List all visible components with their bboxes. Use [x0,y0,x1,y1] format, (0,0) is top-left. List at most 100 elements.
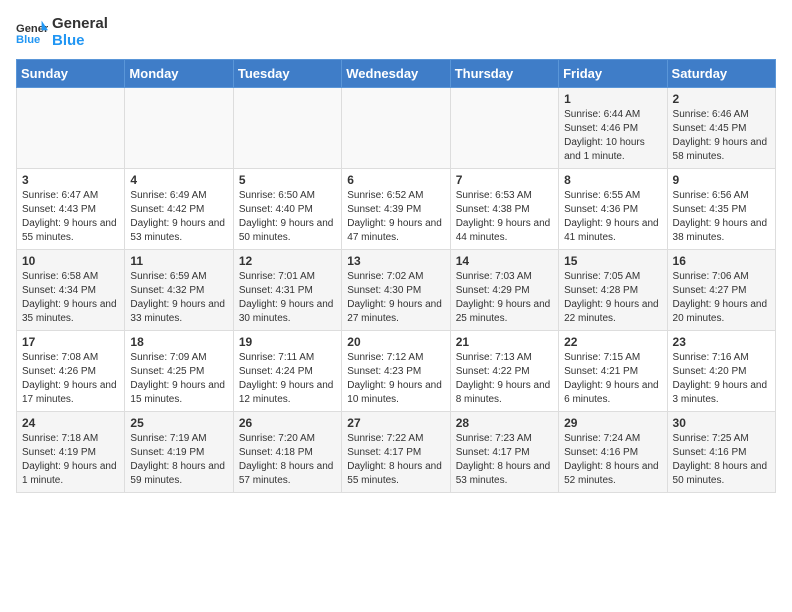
day-number: 26 [239,416,336,430]
calendar-cell: 2 Sunrise: 6:46 AM Sunset: 4:45 PM Daylig… [667,88,775,169]
calendar-cell: 4 Sunrise: 6:49 AM Sunset: 4:42 PM Daylig… [125,169,233,250]
day-info: Sunrise: 7:24 AM Sunset: 4:16 PM Dayligh… [564,432,661,488]
day-info: Sunrise: 6:50 AM Sunset: 4:40 PM Dayligh… [239,189,336,245]
calendar-cell: 21 Sunrise: 7:13 AM Sunset: 4:22 PM Dayli… [450,331,558,412]
day-info: Sunrise: 7:19 AM Sunset: 4:19 PM Dayligh… [130,432,227,488]
calendar-cell: 28 Sunrise: 7:23 AM Sunset: 4:17 PM Dayli… [450,412,558,493]
day-number: 14 [456,254,553,268]
weekday-header-sunday: Sunday [17,60,125,88]
calendar-cell: 23Sunrise: 7:16 AM Sunset: 4:20 PM Dayli… [667,331,775,412]
week-row-1: 1 Sunrise: 6:44 AM Sunset: 4:46 PM Daylig… [17,88,776,169]
calendar-cell: 8Sunrise: 6:55 AM Sunset: 4:36 PM Daylig… [559,169,667,250]
day-number: 19 [239,335,336,349]
day-number: 8 [564,173,661,187]
calendar-cell: 27 Sunrise: 7:22 AM Sunset: 4:17 PM Dayli… [342,412,450,493]
day-number: 7 [456,173,553,187]
calendar-cell: 7 Sunrise: 6:53 AM Sunset: 4:38 PM Daylig… [450,169,558,250]
calendar-cell: 20 Sunrise: 7:12 AM Sunset: 4:23 PM Dayli… [342,331,450,412]
weekday-header-friday: Friday [559,60,667,88]
calendar-cell: 25 Sunrise: 7:19 AM Sunset: 4:19 PM Dayli… [125,412,233,493]
calendar-cell: 29 Sunrise: 7:24 AM Sunset: 4:16 PM Dayli… [559,412,667,493]
day-number: 11 [130,254,227,268]
week-row-5: 24 Sunrise: 7:18 AM Sunset: 4:19 PM Dayli… [17,412,776,493]
day-number: 16 [673,254,770,268]
calendar-cell: 6 Sunrise: 6:52 AM Sunset: 4:39 PM Daylig… [342,169,450,250]
day-info: Sunrise: 6:47 AM Sunset: 4:43 PM Dayligh… [22,189,119,245]
calendar-cell: 17 Sunrise: 7:08 AM Sunset: 4:26 PM Dayli… [17,331,125,412]
day-info: Sunrise: 7:02 AM Sunset: 4:30 PM Dayligh… [347,270,444,326]
day-number: 4 [130,173,227,187]
calendar-cell: 12Sunrise: 7:01 AM Sunset: 4:31 PM Dayli… [233,250,341,331]
day-number: 10 [22,254,119,268]
week-row-4: 17 Sunrise: 7:08 AM Sunset: 4:26 PM Dayli… [17,331,776,412]
day-info: Sunrise: 7:11 AM Sunset: 4:24 PM Dayligh… [239,351,336,407]
calendar-cell: 30 Sunrise: 7:25 AM Sunset: 4:16 PM Dayli… [667,412,775,493]
day-number: 21 [456,335,553,349]
day-info: Sunrise: 7:22 AM Sunset: 4:17 PM Dayligh… [347,432,444,488]
day-info: Sunrise: 6:49 AM Sunset: 4:42 PM Dayligh… [130,189,227,245]
calendar-cell [125,88,233,169]
day-number: 15 [564,254,661,268]
weekday-header-tuesday: Tuesday [233,60,341,88]
calendar-cell [233,88,341,169]
day-info: Sunrise: 7:01 AM Sunset: 4:31 PM Dayligh… [239,270,336,326]
calendar-cell: 11Sunrise: 6:59 AM Sunset: 4:32 PM Dayli… [125,250,233,331]
weekday-header-row: SundayMondayTuesdayWednesdayThursdayFrid… [17,60,776,88]
calendar-cell: 19 Sunrise: 7:11 AM Sunset: 4:24 PM Dayli… [233,331,341,412]
day-info: Sunrise: 7:20 AM Sunset: 4:18 PM Dayligh… [239,432,336,488]
calendar-cell: 16 Sunrise: 7:06 AM Sunset: 4:27 PM Dayli… [667,250,775,331]
day-number: 6 [347,173,444,187]
calendar-cell: 26 Sunrise: 7:20 AM Sunset: 4:18 PM Dayli… [233,412,341,493]
day-info: Sunrise: 7:08 AM Sunset: 4:26 PM Dayligh… [22,351,119,407]
week-row-3: 10 Sunrise: 6:58 AM Sunset: 4:34 PM Dayli… [17,250,776,331]
day-info: Sunrise: 7:05 AM Sunset: 4:28 PM Dayligh… [564,270,661,326]
day-info: Sunrise: 6:46 AM Sunset: 4:45 PM Dayligh… [673,108,770,164]
day-info: Sunrise: 7:06 AM Sunset: 4:27 PM Dayligh… [673,270,770,326]
day-number: 5 [239,173,336,187]
day-info: Sunrise: 7:18 AM Sunset: 4:19 PM Dayligh… [22,432,119,488]
weekday-header-saturday: Saturday [667,60,775,88]
day-number: 13 [347,254,444,268]
day-number: 20 [347,335,444,349]
day-info: Sunrise: 7:09 AM Sunset: 4:25 PM Dayligh… [130,351,227,407]
header: General Blue General Blue [16,16,776,49]
day-info: Sunrise: 7:13 AM Sunset: 4:22 PM Dayligh… [456,351,553,407]
day-number: 17 [22,335,119,349]
day-number: 29 [564,416,661,430]
day-info: Sunrise: 6:58 AM Sunset: 4:34 PM Dayligh… [22,270,119,326]
logo-blue: Blue [52,33,108,50]
logo-general: General [52,16,108,33]
calendar-cell: 3 Sunrise: 6:47 AM Sunset: 4:43 PM Daylig… [17,169,125,250]
calendar-cell [17,88,125,169]
day-number: 18 [130,335,227,349]
day-info: Sunrise: 7:12 AM Sunset: 4:23 PM Dayligh… [347,351,444,407]
day-number: 2 [673,92,770,106]
week-row-2: 3 Sunrise: 6:47 AM Sunset: 4:43 PM Daylig… [17,169,776,250]
logo-icon: General Blue [16,19,48,47]
day-number: 23 [673,335,770,349]
day-number: 30 [673,416,770,430]
calendar-cell: 13 Sunrise: 7:02 AM Sunset: 4:30 PM Dayli… [342,250,450,331]
day-number: 28 [456,416,553,430]
day-info: Sunrise: 7:23 AM Sunset: 4:17 PM Dayligh… [456,432,553,488]
day-info: Sunrise: 7:25 AM Sunset: 4:16 PM Dayligh… [673,432,770,488]
calendar-cell: 1 Sunrise: 6:44 AM Sunset: 4:46 PM Daylig… [559,88,667,169]
calendar-cell: 18 Sunrise: 7:09 AM Sunset: 4:25 PM Dayli… [125,331,233,412]
day-info: Sunrise: 6:52 AM Sunset: 4:39 PM Dayligh… [347,189,444,245]
day-number: 27 [347,416,444,430]
day-number: 25 [130,416,227,430]
calendar-cell: 14Sunrise: 7:03 AM Sunset: 4:29 PM Dayli… [450,250,558,331]
day-number: 24 [22,416,119,430]
day-info: Sunrise: 7:15 AM Sunset: 4:21 PM Dayligh… [564,351,661,407]
day-number: 1 [564,92,661,106]
day-info: Sunrise: 6:53 AM Sunset: 4:38 PM Dayligh… [456,189,553,245]
calendar-cell: 15 Sunrise: 7:05 AM Sunset: 4:28 PM Dayli… [559,250,667,331]
svg-text:Blue: Blue [16,34,40,46]
calendar-cell [450,88,558,169]
calendar-table: SundayMondayTuesdayWednesdayThursdayFrid… [16,59,776,493]
day-number: 3 [22,173,119,187]
calendar-cell: 24 Sunrise: 7:18 AM Sunset: 4:19 PM Dayli… [17,412,125,493]
day-info: Sunrise: 6:44 AM Sunset: 4:46 PM Dayligh… [564,108,661,164]
calendar-cell: 5 Sunrise: 6:50 AM Sunset: 4:40 PM Daylig… [233,169,341,250]
logo: General Blue General Blue [16,16,108,49]
